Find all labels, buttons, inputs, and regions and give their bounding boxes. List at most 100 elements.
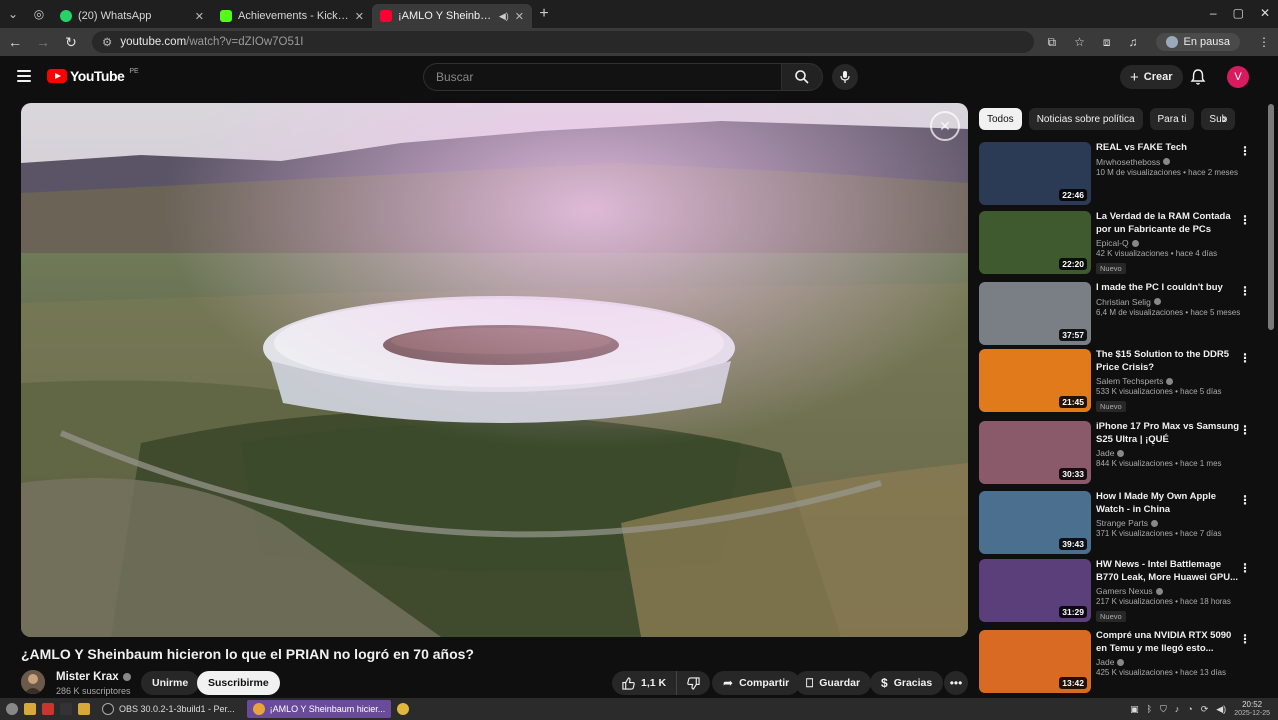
recommendation-item[interactable]: 31:29 HW News - Intel Battlemage B770 Lea…	[979, 559, 1259, 623]
browser-menu-icon[interactable]: ⋮	[1258, 35, 1270, 49]
menu-icon[interactable]	[17, 70, 31, 82]
minimize-icon[interactable]: –	[1210, 6, 1217, 20]
terminal-icon[interactable]	[60, 703, 72, 715]
video-title[interactable]: La Verdad de la RAM Contada por un Fabri…	[1096, 211, 1241, 236]
join-button[interactable]: Unirme	[141, 671, 200, 695]
folder-icon[interactable]	[78, 703, 90, 715]
bluetooth-icon[interactable]: ᛒ	[1147, 704, 1152, 714]
tab-kick[interactable]: Achievements - Kick Dashbo ✕	[212, 4, 372, 28]
extensions-icon[interactable]: ⧈	[1103, 35, 1111, 50]
channel-name[interactable]: Epical-Q	[1096, 238, 1129, 248]
new-tab-button[interactable]: +	[532, 5, 556, 23]
chevron-right-icon[interactable]: ›	[1222, 110, 1227, 126]
chrome-icon[interactable]	[397, 703, 410, 715]
channel-avatar[interactable]	[21, 670, 45, 694]
video-title[interactable]: iPhone 17 Pro Max vs Samsung S25 Ultra |…	[1096, 421, 1241, 446]
recommendation-item[interactable]: 13:42 Compré una NVIDIA RTX 5090 en Temu …	[979, 630, 1259, 694]
network-icon[interactable]: ◔	[1187, 704, 1192, 714]
profile-button[interactable]: En pausa	[1155, 33, 1240, 51]
voice-search-button[interactable]	[832, 64, 858, 90]
more-actions-button[interactable]: •••	[944, 671, 968, 695]
channel-name[interactable]: Mrwhosetheboss	[1096, 157, 1160, 167]
shield-icon[interactable]: ⛉	[1160, 704, 1167, 715]
more-options-icon[interactable]: ⋮	[1239, 632, 1251, 646]
chip-all[interactable]: Todos	[979, 108, 1022, 130]
channel-name[interactable]: Gamers Nexus	[1096, 586, 1153, 596]
channel-name[interactable]: Christian Selig	[1096, 297, 1151, 307]
account-avatar[interactable]: V	[1227, 66, 1249, 88]
notifications-button[interactable]	[1190, 68, 1206, 91]
thanks-button[interactable]: $ Gracias	[870, 671, 944, 695]
video-title[interactable]: Compré una NVIDIA RTX 5090 en Temu y me …	[1096, 630, 1241, 655]
save-button[interactable]: ⎕ Guardar	[795, 671, 872, 695]
search-input[interactable]: Buscar	[423, 63, 781, 91]
more-options-icon[interactable]: ⋮	[1239, 351, 1251, 365]
video-player[interactable]: ✕	[21, 103, 968, 637]
tray-app-icon[interactable]: ▣	[1130, 704, 1139, 715]
tab-youtube[interactable]: ¡AMLO Y Sheinbaum hic ◀) ✕	[372, 4, 532, 28]
recommendation-item[interactable]: 21:45 The $15 Solution to the DDR5 Price …	[979, 349, 1259, 413]
chromium-taskbar-icon[interactable]	[42, 703, 54, 715]
video-thumbnail[interactable]: 22:20	[979, 211, 1091, 274]
volume-icon[interactable]: ◀)	[1216, 704, 1226, 715]
chip-more[interactable]: Sub	[1201, 108, 1236, 130]
clock[interactable]: 20:52 2025-12-25	[1234, 700, 1270, 718]
tab-whatsapp[interactable]: (20) WhatsApp ✕	[52, 4, 212, 28]
more-options-icon[interactable]: ⋮	[1239, 144, 1251, 158]
subscribe-button[interactable]: Suscribirme	[197, 671, 280, 695]
task-obs[interactable]: OBS 30.0.2-1-3build1 - Per...	[96, 700, 241, 718]
video-title[interactable]: HW News - Intel Battlemage B770 Leak, Mo…	[1096, 559, 1241, 584]
updates-icon[interactable]: ⟳	[1201, 704, 1209, 715]
more-options-icon[interactable]: ⋮	[1239, 493, 1251, 507]
video-thumbnail[interactable]: 39:43	[979, 491, 1091, 554]
chip-for-you[interactable]: Para ti	[1149, 108, 1195, 130]
files-icon[interactable]	[24, 703, 36, 715]
scrollbar[interactable]	[1268, 104, 1274, 330]
video-title[interactable]: How I Made My Own Apple Watch - in China	[1096, 491, 1241, 516]
chip-politics[interactable]: Noticias sobre política	[1028, 108, 1143, 130]
bookmark-star-icon[interactable]: ☆	[1074, 35, 1085, 49]
back-icon[interactable]: ←	[8, 34, 22, 50]
video-thumbnail[interactable]: 31:29	[979, 559, 1091, 622]
url-bar[interactable]: ⚙ youtube.com/watch?v=dZIOw7O51I	[92, 31, 1034, 53]
maximize-icon[interactable]: ▢	[1233, 6, 1244, 20]
start-menu-icon[interactable]	[6, 703, 18, 715]
video-thumbnail[interactable]: 13:42	[979, 630, 1091, 693]
close-tab-icon[interactable]: ✕	[355, 10, 364, 23]
cast-icon[interactable]: ⧉	[1048, 35, 1057, 50]
channel-name[interactable]: Strange Parts	[1096, 518, 1148, 528]
video-title[interactable]: REAL vs FAKE Tech	[1096, 142, 1241, 155]
video-thumbnail[interactable]: 22:46	[979, 142, 1091, 205]
dislike-button[interactable]	[677, 671, 711, 695]
create-button[interactable]: + Crear	[1120, 65, 1183, 89]
video-thumbnail[interactable]: 21:45	[979, 349, 1091, 412]
video-thumbnail[interactable]: 37:57	[979, 282, 1091, 345]
recommendation-item[interactable]: 22:46 REAL vs FAKE Tech Mrwhosetheboss 10 M…	[979, 142, 1259, 206]
search-button[interactable]	[781, 63, 823, 91]
speaker-icon[interactable]: ◀)	[499, 11, 509, 22]
more-options-icon[interactable]: ⋮	[1239, 213, 1251, 227]
more-options-icon[interactable]: ⋮	[1239, 561, 1251, 575]
close-tab-icon[interactable]: ✕	[515, 10, 524, 23]
reload-icon[interactable]: ↻	[64, 34, 78, 51]
site-info-icon[interactable]: ⚙	[102, 35, 112, 49]
notifications-tray-icon[interactable]: ♪	[1175, 704, 1180, 714]
video-title[interactable]: I made the PC I couldn't buy	[1096, 282, 1241, 295]
close-icon[interactable]: ✕	[1260, 6, 1270, 20]
youtube-logo[interactable]: YouTube PE	[47, 68, 139, 84]
media-controls-icon[interactable]: ♫	[1129, 35, 1138, 49]
recommendation-item[interactable]: 30:33 iPhone 17 Pro Max vs Samsung S25 Ul…	[979, 421, 1259, 485]
channel-name[interactable]: Jade	[1096, 448, 1114, 458]
channel-name[interactable]: Jade	[1096, 657, 1114, 667]
forward-icon[interactable]: →	[36, 34, 50, 50]
video-title[interactable]: The $15 Solution to the DDR5 Price Crisi…	[1096, 349, 1241, 374]
more-options-icon[interactable]: ⋮	[1239, 423, 1251, 437]
channel-name[interactable]: Mister Krax	[56, 671, 131, 683]
video-thumbnail[interactable]: 30:33	[979, 421, 1091, 484]
like-button[interactable]: 1,1 K	[612, 671, 678, 695]
channel-name[interactable]: Salem Techsperts	[1096, 376, 1163, 386]
task-browser[interactable]: ¡AMLO Y Sheinbaum hicier...	[246, 700, 392, 718]
recommendation-item[interactable]: 37:57 I made the PC I couldn't buy Christi…	[979, 282, 1259, 346]
more-options-icon[interactable]: ⋮	[1239, 284, 1251, 298]
tab-list-icon[interactable]: ⌄	[0, 0, 26, 28]
